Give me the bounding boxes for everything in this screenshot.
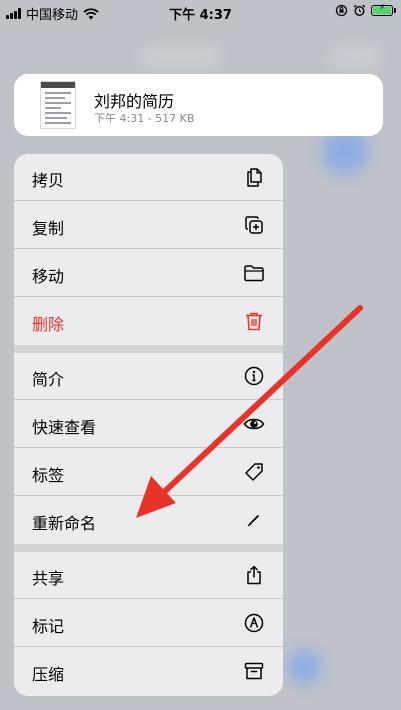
menu-item-label: 移动 xyxy=(32,267,65,286)
menu-item-label: 拷贝 xyxy=(32,171,65,190)
menu-item-share[interactable]: 共享 xyxy=(14,552,283,599)
file-name: 刘邦的简历 xyxy=(94,92,175,111)
background-blur xyxy=(140,46,220,70)
duplicate-icon xyxy=(245,216,263,234)
status-bar: 中国移动 下午 4:37 ⚡ xyxy=(0,0,401,24)
menu-item-info[interactable]: 简介 xyxy=(14,353,283,400)
menu-item-label: 复制 xyxy=(32,219,65,238)
menu-section-separator xyxy=(14,544,283,552)
info-icon xyxy=(244,366,264,386)
background-blur xyxy=(330,46,380,70)
menu-section-separator xyxy=(14,345,283,353)
battery-icon: ⚡ xyxy=(371,3,396,16)
menu-item-label: 压缩 xyxy=(32,665,65,684)
archive-icon xyxy=(244,662,264,680)
menu-item-markup[interactable]: 标记 xyxy=(14,600,283,647)
background-blur xyxy=(288,650,322,684)
menu-item-delete[interactable]: 删除 xyxy=(14,298,283,345)
menu-item-label: 标记 xyxy=(32,617,65,636)
orientation-lock-icon xyxy=(335,4,348,17)
document-thumbnail xyxy=(40,81,76,129)
menu-item-rename[interactable]: 重新命名 xyxy=(14,497,283,544)
menu-item-compress[interactable]: 压缩 xyxy=(14,648,283,695)
trash-icon xyxy=(246,312,262,331)
status-bar-right: ⚡ xyxy=(335,3,396,17)
menu-item-label: 快速查看 xyxy=(32,418,97,437)
menu-item-tags[interactable]: 标签 xyxy=(14,449,283,496)
menu-item-quick-look[interactable]: 快速查看 xyxy=(14,401,283,448)
copy-icon xyxy=(247,168,262,187)
eye-icon xyxy=(243,418,265,430)
pencil-icon xyxy=(247,514,260,527)
tag-icon xyxy=(245,463,263,481)
menu-item-label: 标签 xyxy=(32,466,65,485)
markup-icon xyxy=(244,613,264,633)
menu-item-label: 共享 xyxy=(32,569,65,588)
file-preview-card: 刘邦的简历 下午 4:31 - 517 KB xyxy=(14,74,383,136)
alarm-icon xyxy=(353,4,366,17)
menu-item-label: 简介 xyxy=(32,370,65,389)
share-icon xyxy=(247,565,261,585)
context-menu: 拷贝 复制 移动 删除 简介 快速查看 标签 重新命名 共享 标记 压缩 xyxy=(14,154,283,696)
file-meta: 下午 4:31 - 517 KB xyxy=(94,112,195,125)
menu-item-duplicate[interactable]: 复制 xyxy=(14,202,283,249)
menu-item-copy[interactable]: 拷贝 xyxy=(14,154,283,201)
menu-item-label: 重新命名 xyxy=(32,514,97,533)
menu-item-move[interactable]: 移动 xyxy=(14,250,283,297)
folder-icon xyxy=(244,265,264,282)
menu-item-label: 删除 xyxy=(32,315,65,334)
